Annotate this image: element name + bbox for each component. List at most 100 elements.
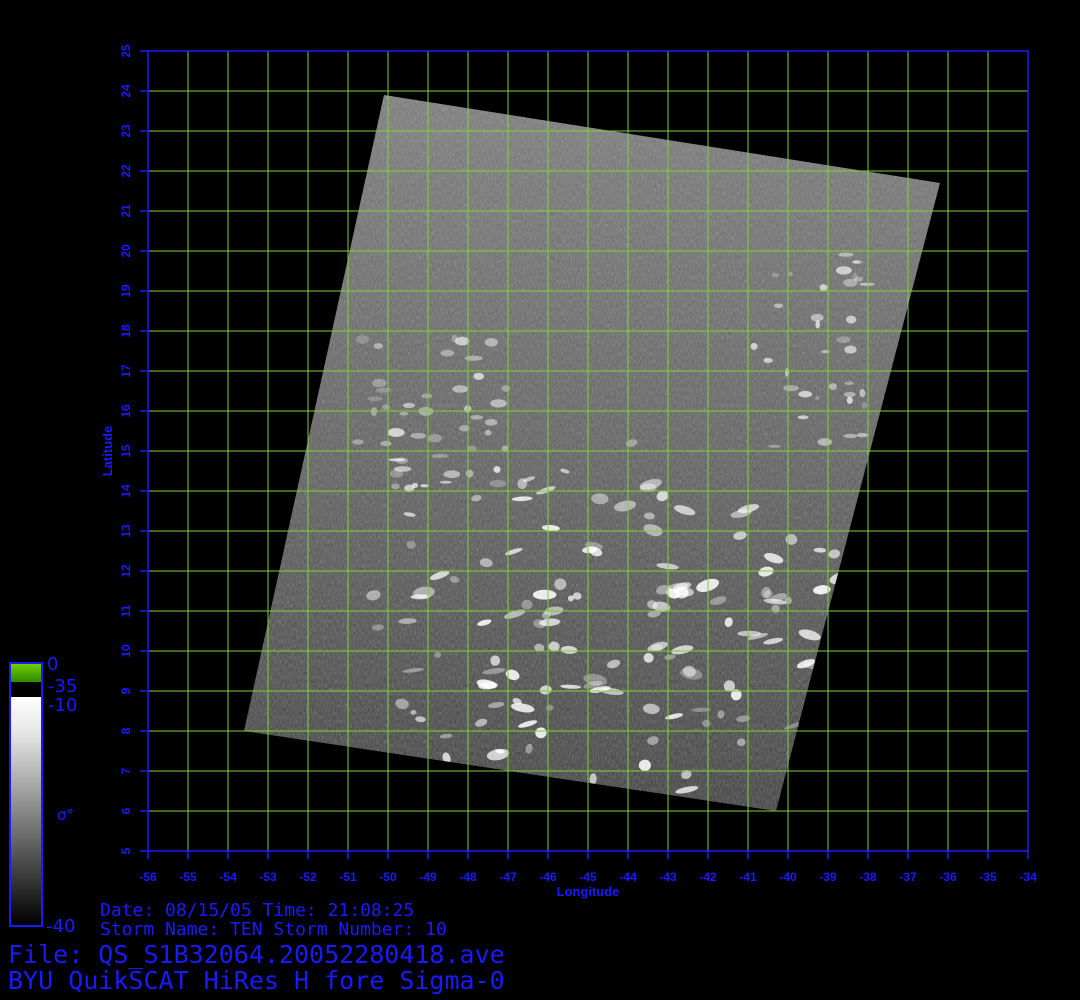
bright-patch — [836, 336, 851, 343]
y-tick-label: 13 — [119, 524, 133, 538]
bright-patch — [352, 439, 364, 445]
x-tick-label: -56 — [139, 870, 157, 884]
bright-patch — [859, 388, 866, 398]
bright-patch — [771, 272, 780, 278]
bright-patch — [464, 355, 483, 361]
y-tick-label: 21 — [119, 204, 133, 218]
bright-patch — [573, 784, 596, 794]
y-axis-label: Latitude — [100, 426, 115, 477]
x-tick-label: -45 — [579, 870, 597, 884]
y-tick-label: 15 — [119, 444, 133, 458]
y-tick-label: 10 — [119, 644, 133, 658]
bright-patch — [427, 434, 443, 443]
backscatter-swath — [244, 95, 940, 811]
y-tick-label: 11 — [119, 604, 133, 617]
x-tick-label: -37 — [899, 870, 917, 884]
product-title: BYU QuikSCAT HiRes H fore Sigma-0 — [8, 966, 505, 995]
x-tick-label: -51 — [339, 870, 357, 884]
bright-patch — [843, 391, 856, 398]
bright-patch — [817, 438, 832, 446]
colorbar-label-max: 0 — [47, 654, 59, 675]
bright-patch — [861, 401, 868, 410]
x-tick-label: -35 — [979, 870, 997, 884]
y-tick-label: 23 — [119, 124, 133, 138]
y-tick-label: 24 — [119, 84, 133, 98]
bright-patch — [783, 385, 799, 392]
x-tick-label: -52 — [299, 870, 317, 884]
x-tick-label: -44 — [619, 870, 637, 884]
y-tick-label: 22 — [119, 164, 133, 178]
bright-patch — [828, 383, 838, 391]
bright-patch — [838, 252, 854, 257]
y-tick-label: 25 — [119, 44, 133, 58]
bright-patch — [411, 482, 418, 489]
bright-patch — [455, 336, 470, 346]
y-tick-label: 9 — [119, 687, 133, 694]
bright-patch — [844, 345, 857, 354]
bright-patch — [470, 415, 484, 420]
x-tick-label: -46 — [539, 870, 557, 884]
x-tick-label: -42 — [699, 870, 717, 884]
x-tick-label: -53 — [259, 870, 277, 884]
bright-patch — [797, 415, 809, 420]
bright-patch — [763, 357, 773, 364]
colorbar-label-minus10: -10 — [48, 695, 78, 716]
bright-patch — [854, 276, 863, 282]
bright-patch — [355, 335, 370, 344]
bright-patch — [410, 432, 427, 439]
y-tick-label: 7 — [119, 767, 133, 774]
date-time-line: Date: 08/15/05 Time: 21:08:25 — [100, 900, 415, 921]
bright-patch — [501, 385, 511, 392]
bright-patch — [373, 343, 383, 350]
x-tick-label: -50 — [379, 870, 397, 884]
lat-lon-grid — [148, 51, 1028, 851]
x-tick-label: -55 — [179, 870, 197, 884]
bright-patch — [439, 480, 452, 484]
bright-patch — [443, 470, 461, 479]
bright-patch — [569, 783, 577, 792]
bright-patch — [785, 368, 790, 377]
y-tick-label: 19 — [119, 284, 133, 298]
x-axis-label: Longitude — [557, 884, 620, 899]
x-tick-label: -40 — [779, 870, 797, 884]
y-tick-label: 17 — [119, 364, 133, 378]
bright-patch — [421, 393, 433, 399]
bright-patch — [814, 395, 820, 401]
bright-patch — [372, 378, 387, 388]
bright-patch — [382, 404, 390, 410]
bright-patch — [851, 260, 861, 264]
bright-patch — [774, 303, 784, 309]
bright-patch — [489, 479, 507, 488]
bright-patch — [532, 589, 557, 600]
y-tick-label: 16 — [119, 404, 133, 418]
bright-patch — [846, 396, 853, 404]
x-tick-label: -38 — [859, 870, 877, 884]
storm-info-line: Storm Name: TEN Storm Number: 10 — [100, 919, 447, 940]
y-tick-label: 20 — [119, 244, 133, 258]
bright-patch — [391, 483, 400, 490]
bright-patch — [843, 433, 858, 439]
bright-patch — [431, 453, 449, 458]
x-tick-label: -48 — [459, 870, 477, 884]
bright-patch — [399, 411, 409, 416]
y-tick-label: 14 — [119, 484, 133, 498]
bright-patch — [856, 433, 869, 438]
x-tick-label: -34 — [1019, 870, 1037, 884]
bright-patch — [768, 444, 782, 448]
bright-patch — [805, 723, 821, 731]
bright-patch — [403, 402, 415, 409]
y-tick-label: 18 — [119, 324, 133, 338]
y-tick-label: 8 — [119, 727, 133, 734]
bright-patch — [798, 390, 813, 398]
bright-patch — [440, 349, 455, 357]
longitude-axis: -56 -55 -54 -53 -52 -51 -50 -49 -48 -47 -46 -45 -44 -… — [139, 851, 1037, 884]
bright-patch — [375, 387, 392, 393]
bright-patch — [833, 616, 849, 622]
bright-patch — [851, 660, 862, 672]
bright-patch — [750, 342, 758, 350]
bright-patch — [859, 282, 875, 286]
sigma0-map: -56 -55 -54 -53 -52 -51 -50 -49 -48 -47 -46 -45 -44 -… — [9, 44, 1037, 927]
x-tick-label: -39 — [819, 870, 837, 884]
bright-patch — [452, 385, 469, 393]
x-tick-label: -49 — [419, 870, 437, 884]
